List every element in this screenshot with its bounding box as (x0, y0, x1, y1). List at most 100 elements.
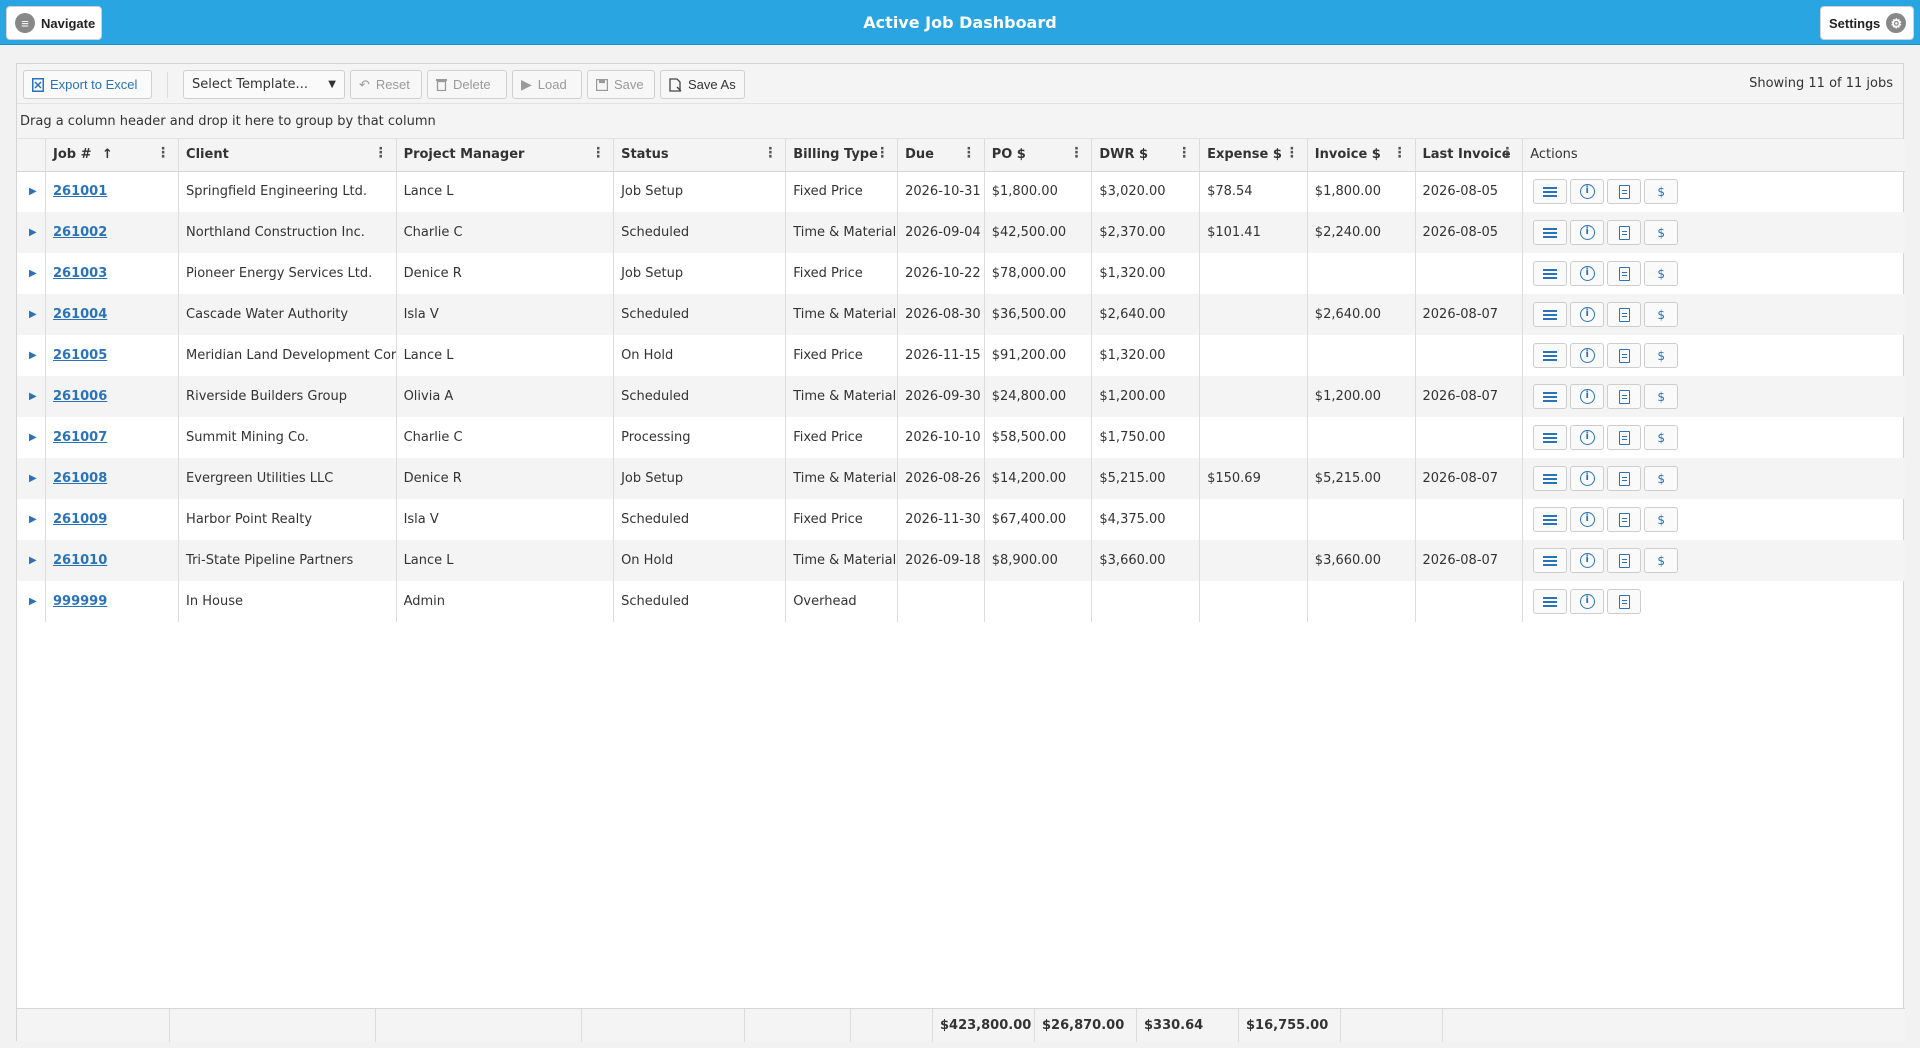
job-info-button[interactable]: i (1570, 343, 1605, 368)
table-row[interactable]: ▶ 261009 Harbor Point Realty Isla V Schedule… (17, 499, 1905, 540)
save-as-button[interactable]: Save As (660, 70, 745, 99)
job-detail-button[interactable] (1533, 343, 1568, 368)
job-invoice-button[interactable]: $ (1644, 220, 1679, 245)
kebab-menu-icon[interactable]: ⋮ (1177, 146, 1191, 160)
column-header-due[interactable]: Due ⋮ (897, 139, 985, 172)
job-invoice-button[interactable]: $ (1644, 507, 1679, 532)
row-expand-toggle[interactable]: ▶ (17, 171, 46, 212)
column-header-status[interactable]: Status ⋮ (613, 139, 787, 172)
table-row[interactable]: ▶ 261010 Tri-State Pipeline Partners Lance … (17, 540, 1905, 581)
column-header-invoice[interactable]: Invoice $ ⋮ (1307, 139, 1416, 172)
job-invoice-button[interactable]: $ (1644, 466, 1679, 491)
job-invoice-button[interactable]: $ (1644, 548, 1679, 573)
kebab-menu-icon[interactable]: ⋮ (875, 146, 889, 160)
table-row[interactable]: ▶ 261007 Summit Mining Co. Charlie C Process… (17, 417, 1905, 458)
kebab-menu-icon[interactable]: ⋮ (1285, 146, 1299, 160)
job-invoice-button[interactable]: $ (1644, 261, 1679, 286)
job-report-button[interactable] (1607, 343, 1642, 368)
job-report-button[interactable] (1607, 261, 1642, 286)
job-invoice-button[interactable]: $ (1644, 302, 1679, 327)
load-button[interactable]: ▶ Load (512, 70, 582, 99)
table-row[interactable]: ▶ 261005 Meridian Land Development Corp. La… (17, 335, 1905, 376)
job-number-link[interactable]: 999999 (53, 594, 107, 609)
column-header-billing-type[interactable]: Billing Type ⋮ (785, 139, 899, 172)
table-row[interactable]: ▶ 261003 Pioneer Energy Services Ltd. Denic… (17, 253, 1905, 294)
row-expand-toggle[interactable]: ▶ (17, 540, 46, 581)
export-to-excel-button[interactable]: Export to Excel (23, 70, 152, 99)
job-detail-button[interactable] (1533, 302, 1568, 327)
job-report-button[interactable] (1607, 302, 1642, 327)
job-report-button[interactable] (1607, 548, 1642, 573)
job-number-link[interactable]: 261009 (53, 512, 107, 527)
row-expand-toggle[interactable]: ▶ (17, 335, 46, 376)
settings-button[interactable]: Settings ⚙ (1820, 6, 1914, 40)
job-report-button[interactable] (1607, 179, 1642, 205)
job-invoice-button[interactable]: $ (1644, 425, 1679, 450)
job-invoice-button[interactable]: $ (1644, 384, 1679, 409)
job-info-button[interactable]: i (1570, 302, 1605, 327)
row-expand-toggle[interactable]: ▶ (17, 581, 46, 622)
job-info-button[interactable]: i (1570, 384, 1605, 409)
job-report-button[interactable] (1607, 220, 1642, 245)
job-info-button[interactable]: i (1570, 589, 1605, 614)
job-number-link[interactable]: 261006 (53, 389, 107, 404)
column-header-expense[interactable]: Expense $ ⋮ (1199, 139, 1308, 172)
job-detail-button[interactable] (1533, 507, 1568, 532)
job-detail-button[interactable] (1533, 548, 1568, 573)
kebab-menu-icon[interactable]: ⋮ (374, 146, 388, 160)
job-info-button[interactable]: i (1570, 466, 1605, 491)
kebab-menu-icon[interactable]: ⋮ (962, 146, 976, 160)
job-info-button[interactable]: i (1570, 548, 1605, 573)
job-number-link[interactable]: 261001 (53, 184, 107, 199)
row-expand-toggle[interactable]: ▶ (17, 376, 46, 417)
row-expand-toggle[interactable]: ▶ (17, 458, 46, 499)
template-select[interactable]: Select Template... ▼ (183, 70, 345, 99)
save-button[interactable]: Save (587, 70, 655, 99)
table-row[interactable]: ▶ 999999 In House Admin Scheduled Overhead i (17, 581, 1905, 622)
job-number-link[interactable]: 261010 (53, 553, 107, 568)
kebab-menu-icon[interactable]: ⋮ (1500, 146, 1514, 160)
job-info-button[interactable]: i (1570, 179, 1605, 205)
job-detail-button[interactable] (1533, 425, 1568, 450)
delete-button[interactable]: Delete (427, 70, 507, 99)
job-number-link[interactable]: 261008 (53, 471, 107, 486)
reset-button[interactable]: ↶ Reset (350, 70, 422, 99)
job-detail-button[interactable] (1533, 466, 1568, 491)
column-header-po[interactable]: PO $ ⋮ (984, 139, 1093, 172)
row-expand-toggle[interactable]: ▶ (17, 212, 46, 253)
job-invoice-button[interactable]: $ (1644, 343, 1679, 368)
job-invoice-button[interactable]: $ (1644, 179, 1679, 205)
row-expand-toggle[interactable]: ▶ (17, 499, 46, 540)
table-row[interactable]: ▶ 261006 Riverside Builders Group Olivia AS… (17, 376, 1905, 417)
table-row[interactable]: ▶ 261002 Northland Construction Inc. Charli… (17, 212, 1905, 253)
job-report-button[interactable] (1607, 589, 1642, 614)
row-expand-toggle[interactable]: ▶ (17, 253, 46, 294)
job-detail-button[interactable] (1533, 261, 1568, 286)
column-header-job[interactable]: Job # ↑ ⋮ (45, 139, 180, 172)
job-report-button[interactable] (1607, 507, 1642, 532)
job-detail-button[interactable] (1533, 179, 1568, 205)
column-header-dwr[interactable]: DWR $ ⋮ (1091, 139, 1201, 172)
kebab-menu-icon[interactable]: ⋮ (1069, 146, 1083, 160)
table-row[interactable]: ▶ 261008 Evergreen Utilities LLC Denice R Jo… (17, 458, 1905, 499)
kebab-menu-icon[interactable]: ⋮ (156, 146, 170, 160)
row-expand-toggle[interactable]: ▶ (17, 294, 46, 335)
job-detail-button[interactable] (1533, 220, 1568, 245)
job-info-button[interactable]: i (1570, 507, 1605, 532)
job-report-button[interactable] (1607, 384, 1642, 409)
column-header-last-invoice[interactable]: Last Invoice ⋮ (1415, 139, 1524, 172)
job-number-link[interactable]: 261005 (53, 348, 107, 363)
column-header-client[interactable]: Client ⋮ (178, 139, 397, 172)
job-detail-button[interactable] (1533, 384, 1568, 409)
job-number-link[interactable]: 261002 (53, 225, 107, 240)
kebab-menu-icon[interactable]: ⋮ (591, 146, 605, 160)
job-number-link[interactable]: 261004 (53, 307, 107, 322)
row-expand-toggle[interactable]: ▶ (17, 417, 46, 458)
kebab-menu-icon[interactable]: ⋮ (1393, 146, 1407, 160)
column-header-project-manager[interactable]: Project Manager ⋮ (396, 139, 615, 172)
job-report-button[interactable] (1607, 466, 1642, 491)
job-info-button[interactable]: i (1570, 425, 1605, 450)
table-row[interactable]: ▶ 261001 Springfield Engineering Ltd. Lance… (17, 171, 1905, 212)
job-number-link[interactable]: 261003 (53, 266, 107, 281)
job-info-button[interactable]: i (1570, 220, 1605, 245)
